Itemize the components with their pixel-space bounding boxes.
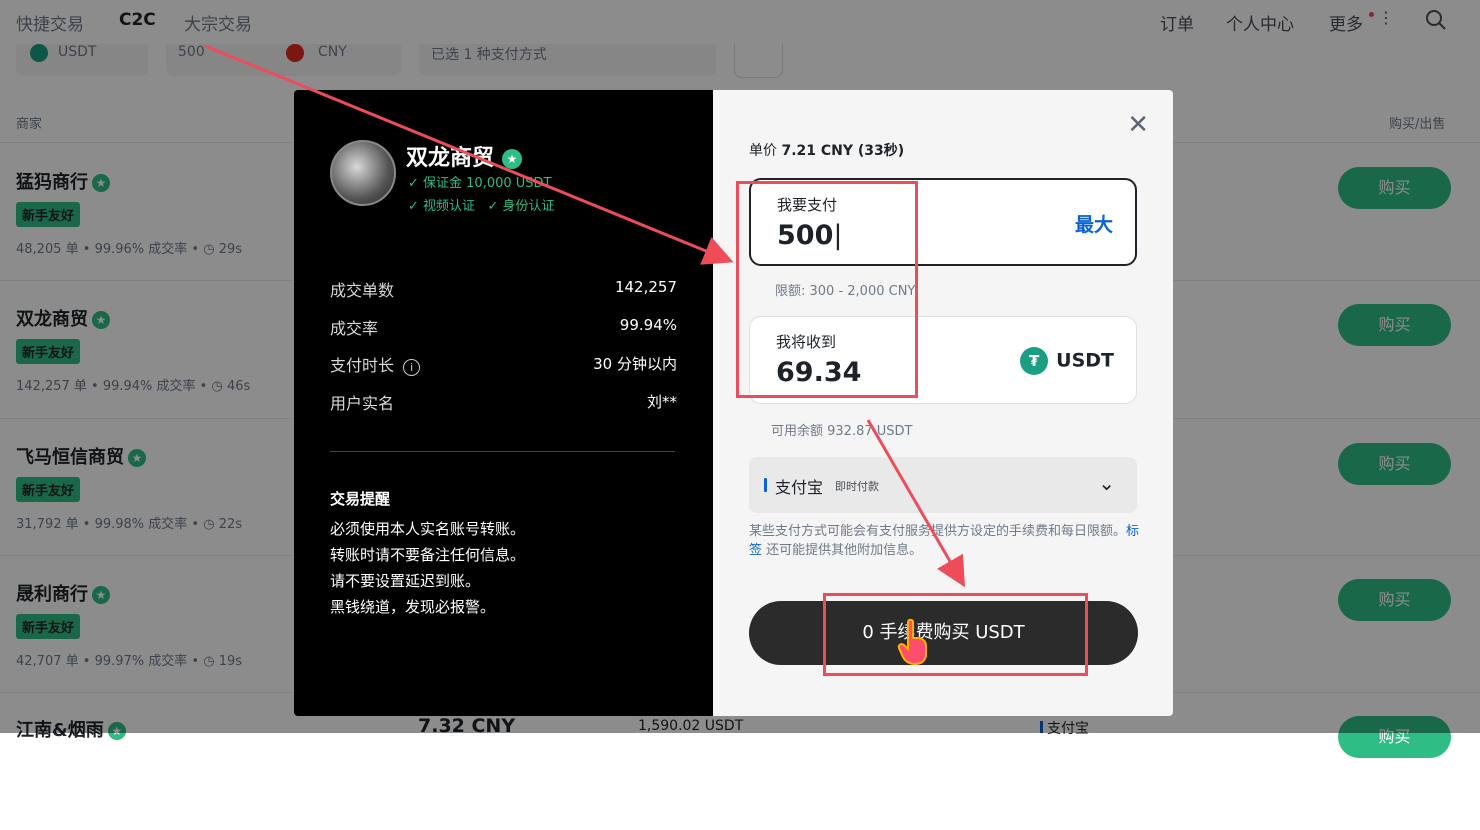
pointer-hand-icon [897, 618, 927, 666]
annotation-arrows [204, 44, 966, 588]
arrow-to-button [866, 419, 966, 588]
arrow-to-amount [204, 44, 734, 265]
